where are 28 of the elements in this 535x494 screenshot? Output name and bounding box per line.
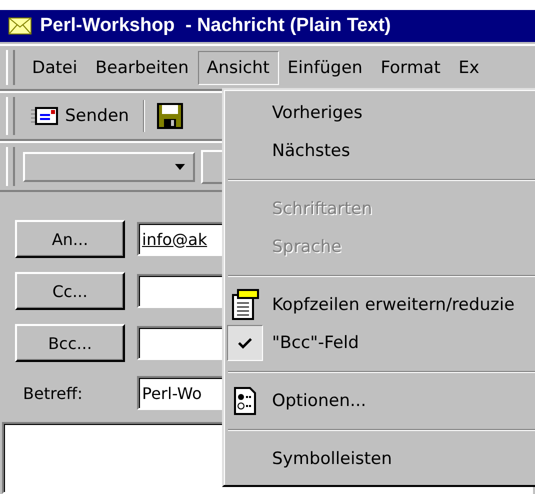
subject-label: Betreff:	[22, 384, 84, 402]
recipient-button[interactable]: An...	[15, 220, 125, 258]
recipient-button[interactable]: Bcc...	[15, 324, 125, 362]
send-button[interactable]: Senden	[23, 102, 138, 130]
toolbar-grip[interactable]	[6, 50, 15, 85]
menu-item[interactable]: Einfügen	[278, 50, 372, 84]
menu-item[interactable]: Bearbeiten	[86, 50, 198, 84]
menu-option[interactable]: Vorheriges	[226, 94, 535, 132]
menu-item[interactable]: Ex	[450, 50, 488, 84]
check-icon	[238, 337, 252, 349]
envelope-icon	[8, 17, 32, 35]
header-icon	[230, 289, 260, 321]
window-title: Perl-Workshop - Nachricht (Plain Text)	[40, 15, 391, 37]
toolbar-grip[interactable]	[6, 147, 15, 186]
menu-option[interactable]: Symbolleisten	[226, 440, 535, 478]
menu-item[interactable]: Datei	[23, 50, 86, 84]
menu-item[interactable]: Ansicht	[198, 50, 279, 84]
recipient-button[interactable]: Cc...	[15, 272, 125, 310]
toolbar-grip[interactable]	[6, 97, 15, 135]
dropdown-field[interactable]	[23, 152, 195, 182]
menu-option[interactable]: Nächstes	[226, 132, 535, 170]
menu-item[interactable]: Format	[372, 50, 450, 84]
dropdown-arrow-icon	[175, 164, 185, 170]
menu-option[interactable]: Kopfzeilen erweitern/reduzie	[226, 286, 535, 324]
save-icon[interactable]	[157, 103, 184, 129]
letter-icon	[31, 106, 59, 126]
options-icon	[233, 386, 257, 416]
menu-option[interactable]: "Bcc"-Feld	[226, 324, 535, 362]
